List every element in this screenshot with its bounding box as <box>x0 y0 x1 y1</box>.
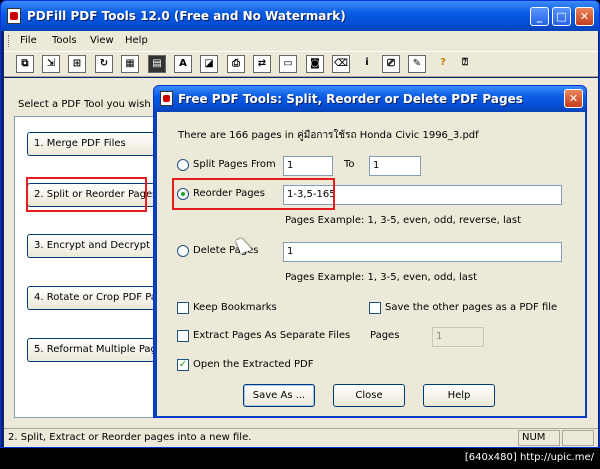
minimize-button[interactable]: _ <box>530 7 549 26</box>
delete-icon[interactable]: ⌫ <box>332 55 350 73</box>
image-icon[interactable]: ◪ <box>200 55 218 73</box>
split-reorder-dialog: Free PDF Tools: Split, Reorder or Delete… <box>153 85 587 418</box>
highlight-reorder-option <box>172 178 335 210</box>
status-text: 2. Split, Extract or Reorder pages into … <box>8 432 252 443</box>
maximize-button[interactable]: □ <box>552 7 571 26</box>
pages-label: Pages <box>370 330 400 341</box>
help-icon[interactable]: ? <box>434 55 452 73</box>
page-count-info: There are 166 pages in คู่มือการใช้รถ Ho… <box>178 130 479 141</box>
split-icon[interactable]: ⇲ <box>42 55 60 73</box>
save-other-label: Save the other pages as a PDF file <box>385 302 558 313</box>
merge-icon[interactable]: ⧉ <box>16 55 34 73</box>
menu-tools[interactable]: Tools <box>52 35 77 46</box>
split-to-input[interactable]: 1 <box>369 156 421 176</box>
keep-bookmarks-label: Keep Bookmarks <box>193 302 277 313</box>
reformat-pages-button[interactable]: 5. Reformat Multiple Page <box>27 338 155 362</box>
pen-icon[interactable]: ✎ <box>408 55 426 73</box>
split-pages-radio[interactable] <box>177 159 189 171</box>
encrypt-icon[interactable]: ⊞ <box>68 55 86 73</box>
highlight-split-button <box>26 177 147 212</box>
menu-file[interactable]: File <box>20 35 37 46</box>
extract-separate-label: Extract Pages As Separate Files <box>193 330 351 341</box>
grid-icon[interactable]: ▦ <box>121 55 139 73</box>
dialog-title-bar[interactable]: Free PDF Tools: Split, Reorder or Delete… <box>154 86 586 112</box>
info-icon[interactable]: i <box>358 55 376 73</box>
delete-pages-radio[interactable] <box>177 245 189 257</box>
main-title-bar[interactable]: PDFill PDF Tools 12.0 (Free and No Water… <box>1 1 599 31</box>
status-pane-empty <box>562 430 594 446</box>
dialog-close-action-button[interactable]: Close <box>333 384 405 407</box>
stamp-icon[interactable]: ⎙ <box>227 55 245 73</box>
pages-input: 1 <box>432 327 484 347</box>
print-icon[interactable]: ⎚ <box>382 55 400 73</box>
menu-grip-icon <box>8 35 11 47</box>
window-title: PDFill PDF Tools 12.0 (Free and No Water… <box>27 9 346 23</box>
open-extracted-checkbox[interactable]: ✓ <box>177 359 189 371</box>
encrypt-decrypt-button[interactable]: 3. Encrypt and Decrypt Op <box>27 234 155 258</box>
help-button[interactable]: Help <box>423 384 495 407</box>
delete-pages-input[interactable]: 1 <box>283 242 562 262</box>
num-lock-indicator: NUM <box>518 430 560 446</box>
rotate-crop-button[interactable]: 4. Rotate or Crop PDF Pag <box>27 286 155 310</box>
menu-bar: File Tools View Help <box>4 31 598 51</box>
whats-this-icon[interactable]: ⍰ <box>456 55 474 73</box>
save-as-button[interactable]: Save As ... <box>243 384 315 407</box>
image-caption: [640x480] http://upic.me/ <box>464 452 594 463</box>
rotate-icon[interactable]: ↻ <box>95 55 113 73</box>
header-icon[interactable]: ▭ <box>279 55 297 73</box>
delete-example: Pages Example: 1, 3-5, even, odd, last <box>285 272 478 283</box>
dialog-body: There are 166 pages in คู่มือการใช้รถ Ho… <box>157 112 585 416</box>
tool-list-panel <box>14 116 164 418</box>
menu-view[interactable]: View <box>90 35 114 46</box>
caption-strip: [640x480] http://upic.me/ <box>0 448 600 469</box>
status-bar: 2. Split, Extract or Reorder pages into … <box>4 428 598 447</box>
film-icon[interactable]: ▤ <box>148 55 166 73</box>
text-icon[interactable]: A <box>174 55 192 73</box>
extract-separate-checkbox[interactable] <box>177 330 189 342</box>
keep-bookmarks-checkbox[interactable] <box>177 302 189 314</box>
split-to-label: To <box>344 159 355 170</box>
open-extracted-label: Open the Extracted PDF <box>193 359 314 370</box>
split-from-input[interactable]: 1 <box>283 156 333 176</box>
dialog-title: Free PDF Tools: Split, Reorder or Delete… <box>178 92 523 106</box>
close-button[interactable]: ✕ <box>575 7 594 26</box>
save-other-checkbox[interactable] <box>369 302 381 314</box>
convert-icon[interactable]: ⇄ <box>253 55 271 73</box>
pdfill-app-icon <box>7 8 21 24</box>
dialog-close-button[interactable]: ✕ <box>564 89 583 108</box>
split-pages-label: Split Pages From <box>193 159 276 170</box>
merge-pdf-button[interactable]: 1. Merge PDF Files <box>27 132 155 156</box>
reorder-example: Pages Example: 1, 3-5, even, odd, revers… <box>285 215 522 226</box>
tool-hint-text: Select a PDF Tool you wish to c <box>18 99 173 110</box>
toolbar: ⧉ ⇲ ⊞ ↻ ▦ ▤ A ◪ ⎙ ⇄ ▭ ◙ ⌫ i ⎚ ✎ ? ⍰ <box>4 51 598 77</box>
menu-help[interactable]: Help <box>125 35 148 46</box>
dialog-app-icon <box>160 91 173 106</box>
form-icon[interactable]: ◙ <box>306 55 324 73</box>
